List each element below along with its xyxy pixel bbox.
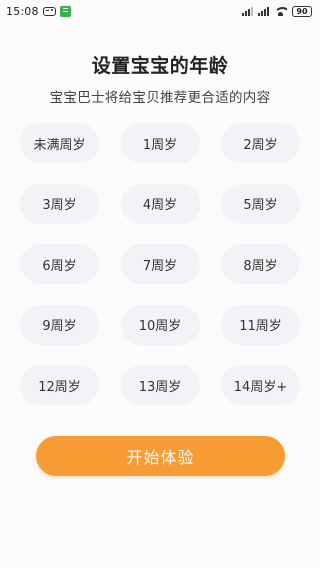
age-option-8[interactable]: 8周岁	[221, 244, 300, 284]
status-bar-right: 90	[242, 5, 312, 17]
start-button[interactable]: 开始体验	[36, 436, 285, 476]
screen: 15:08 90 设置宝宝的年龄 宝宝巴士将给宝贝推荐更合适的内容 未满周岁 1…	[0, 0, 320, 568]
age-option-4[interactable]: 4周岁	[120, 183, 200, 224]
age-options-grid: 未满周岁 1周岁 2周岁 3周岁 4周岁 5周岁 6周岁 7周岁 8周岁 9周岁…	[20, 123, 300, 405]
page-title: 设置宝宝的年龄	[91, 55, 229, 77]
age-option-2[interactable]: 2周岁	[221, 123, 300, 163]
age-option-13[interactable]: 13周岁	[120, 365, 200, 405]
signal-icon	[258, 6, 269, 16]
game-controller-icon	[42, 6, 56, 16]
age-option-5[interactable]: 5周岁	[221, 183, 300, 224]
signal-icon	[242, 6, 253, 16]
battery-icon: 90	[292, 5, 312, 17]
notification-icon	[59, 5, 71, 17]
age-option-10[interactable]: 10周岁	[120, 304, 200, 345]
age-option-7[interactable]: 7周岁	[120, 244, 200, 284]
status-time: 15:08	[6, 4, 39, 18]
age-option-3[interactable]: 3周岁	[20, 183, 99, 224]
age-option-1[interactable]: 1周岁	[120, 123, 200, 163]
status-bar: 15:08 90	[0, 0, 320, 22]
age-option-9[interactable]: 9周岁	[20, 304, 99, 345]
age-option-under-1[interactable]: 未满周岁	[20, 123, 99, 163]
page-subtitle: 宝宝巴士将给宝贝推荐更合适的内容	[49, 90, 271, 106]
status-bar-left: 15:08	[6, 5, 71, 18]
age-option-6[interactable]: 6周岁	[20, 244, 99, 284]
age-option-11[interactable]: 11周岁	[221, 304, 300, 345]
age-option-14-plus[interactable]: 14周岁+	[221, 365, 300, 405]
age-option-12[interactable]: 12周岁	[20, 365, 99, 405]
wifi-icon	[274, 6, 287, 16]
